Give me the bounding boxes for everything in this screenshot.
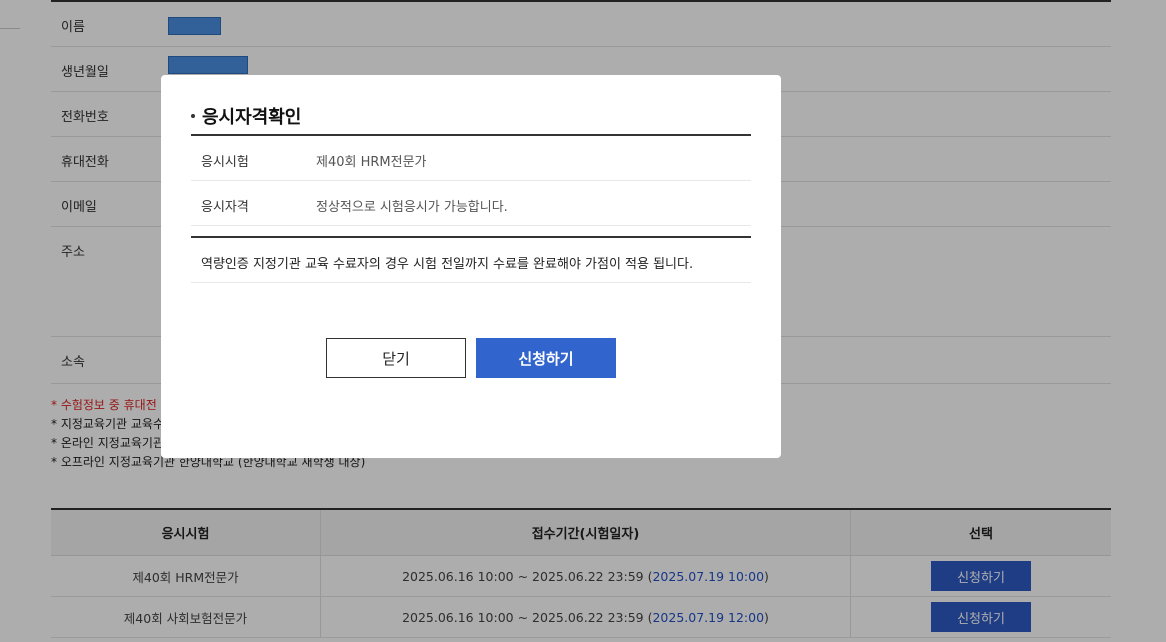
close-button[interactable]: 닫기 [326,338,466,378]
modal-notice-text: 역량인증 지정기관 교육 수료자의 경우 시험 전일까지 수료를 완료해야 가점… [201,257,694,272]
modal-notice: 역량인증 지정기관 교육 수료자의 경우 시험 전일까지 수료를 완료해야 가점… [191,236,751,283]
modal-title: 응시자격확인 [191,103,301,129]
apply-button[interactable]: 신청하기 [476,338,616,378]
modal-label-exam: 응시시험 [201,155,249,170]
modal-row-eligibility: 응시자격 정상적으로 시험응시가 가능합니다. [191,181,751,226]
modal-row-exam: 응시시험 제40회 HRM전문가 [191,136,751,181]
bullet-icon [191,114,195,118]
modal-label-eligibility: 응시자격 [201,200,249,215]
eligibility-modal: 응시자격확인 응시시험 제40회 HRM전문가 응시자격 정상적으로 시험응시가… [161,75,781,458]
modal-info-table: 응시시험 제40회 HRM전문가 응시자격 정상적으로 시험응시가 가능합니다. [191,134,751,226]
modal-value-eligibility: 정상적으로 시험응시가 가능합니다. [316,200,508,215]
modal-value-exam: 제40회 HRM전문가 [316,155,427,170]
modal-title-text: 응시자격확인 [202,107,302,128]
